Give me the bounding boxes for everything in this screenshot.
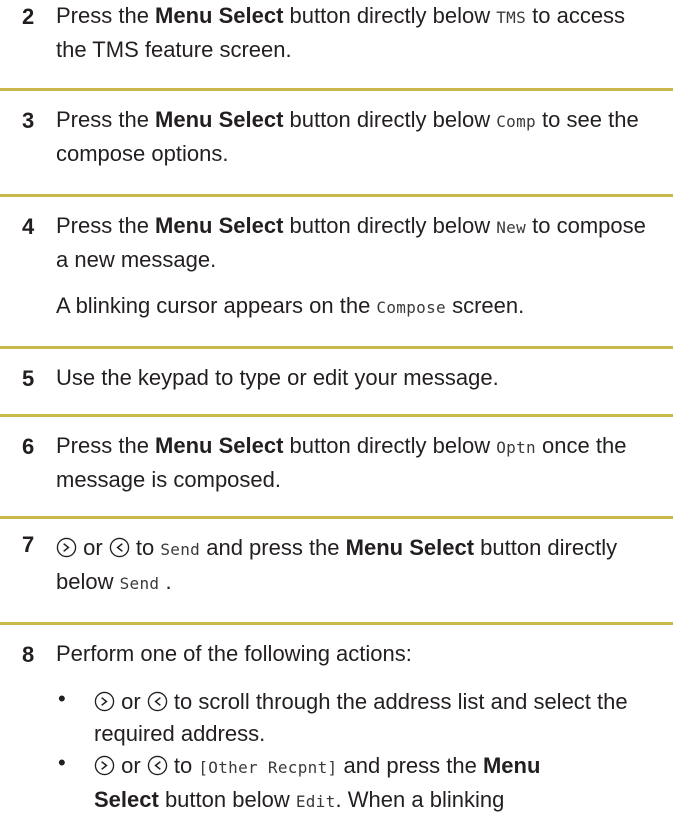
text-part: to — [167, 753, 199, 778]
separator — [0, 346, 673, 349]
screen-label: Compose — [376, 298, 446, 317]
text-part: screen. — [445, 293, 525, 318]
screen-label: Send — [119, 574, 160, 593]
step-number: 3 — [22, 108, 35, 133]
scroll-left-icon — [147, 755, 168, 776]
bullet-text: or to [Other Recpnt] and press the Menu S… — [94, 750, 664, 818]
text-part: Press the — [56, 213, 156, 238]
separator — [0, 622, 673, 625]
step-note: A blinking cursor appears on the Compose… — [56, 290, 661, 324]
screen-label: Edit — [295, 792, 336, 811]
scroll-right-icon — [94, 755, 115, 776]
screen-label: [Other Recpnt] — [198, 758, 338, 777]
text-part: or — [115, 689, 147, 714]
text-part: or — [77, 535, 109, 560]
bullet-text: or to scroll through the address list an… — [94, 686, 664, 750]
step-number: 8 — [22, 642, 35, 667]
step-text: Perform one of the following actions: — [56, 641, 412, 666]
screen-label: New — [496, 218, 527, 237]
screen-label: Optn — [496, 438, 536, 457]
menu-select-label: Menu Select — [155, 433, 284, 458]
step-text: or to Send and press the Menu Select but… — [56, 532, 661, 600]
menu-select-label: Menu — [482, 753, 541, 778]
scroll-left-icon — [109, 537, 130, 558]
menu-select-label: Menu Select — [155, 213, 284, 238]
separator — [0, 516, 673, 519]
text-part: and press the — [200, 535, 346, 560]
scroll-right-icon — [56, 537, 77, 558]
separator — [0, 88, 673, 91]
step-text: Press the Menu Select button directly be… — [56, 0, 661, 66]
step-number: 2 — [22, 4, 35, 29]
text-part: and press the — [337, 753, 483, 778]
text-part: to scroll through the address list and s… — [94, 689, 628, 746]
step-text: Use the keypad to type or edit your mess… — [56, 365, 499, 390]
step-number: 5 — [22, 366, 35, 391]
scroll-right-icon — [94, 691, 115, 712]
scroll-left-icon — [147, 691, 168, 712]
step-number: 7 — [22, 532, 35, 557]
text-part: button below — [158, 787, 296, 812]
text-part: . — [159, 569, 172, 594]
menu-select-label: Menu Select — [155, 3, 284, 28]
screen-label: Send — [160, 540, 201, 559]
text-part: button directly below — [283, 107, 497, 132]
separator — [0, 414, 673, 417]
text-part: A blinking cursor appears on the — [56, 293, 377, 318]
text-part: to — [129, 535, 161, 560]
step-text: Press the Menu Select button directly be… — [56, 210, 661, 276]
step-text: Press the Menu Select button directly be… — [56, 430, 661, 496]
text-part: button directly below — [283, 3, 497, 28]
text-part: Press the — [56, 433, 156, 458]
bullet-dot: • — [58, 686, 66, 711]
separator — [0, 194, 673, 197]
text-part: button directly below — [283, 433, 497, 458]
bullet-dot: • — [58, 750, 66, 775]
step-number: 4 — [22, 214, 35, 239]
text-part: Press the — [56, 3, 156, 28]
step-text: Press the Menu Select button directly be… — [56, 104, 661, 170]
step-number: 6 — [22, 434, 35, 459]
text-part: Press the — [56, 107, 156, 132]
text-part: . When a blinking — [335, 787, 505, 812]
screen-label: TMS — [496, 8, 527, 27]
menu-select-label: Select — [94, 787, 159, 812]
menu-select-label: Menu Select — [155, 107, 284, 132]
menu-select-label: Menu Select — [345, 535, 475, 560]
screen-label: Comp — [496, 112, 536, 131]
text-part: or — [115, 753, 147, 778]
text-part: button directly below — [283, 213, 497, 238]
